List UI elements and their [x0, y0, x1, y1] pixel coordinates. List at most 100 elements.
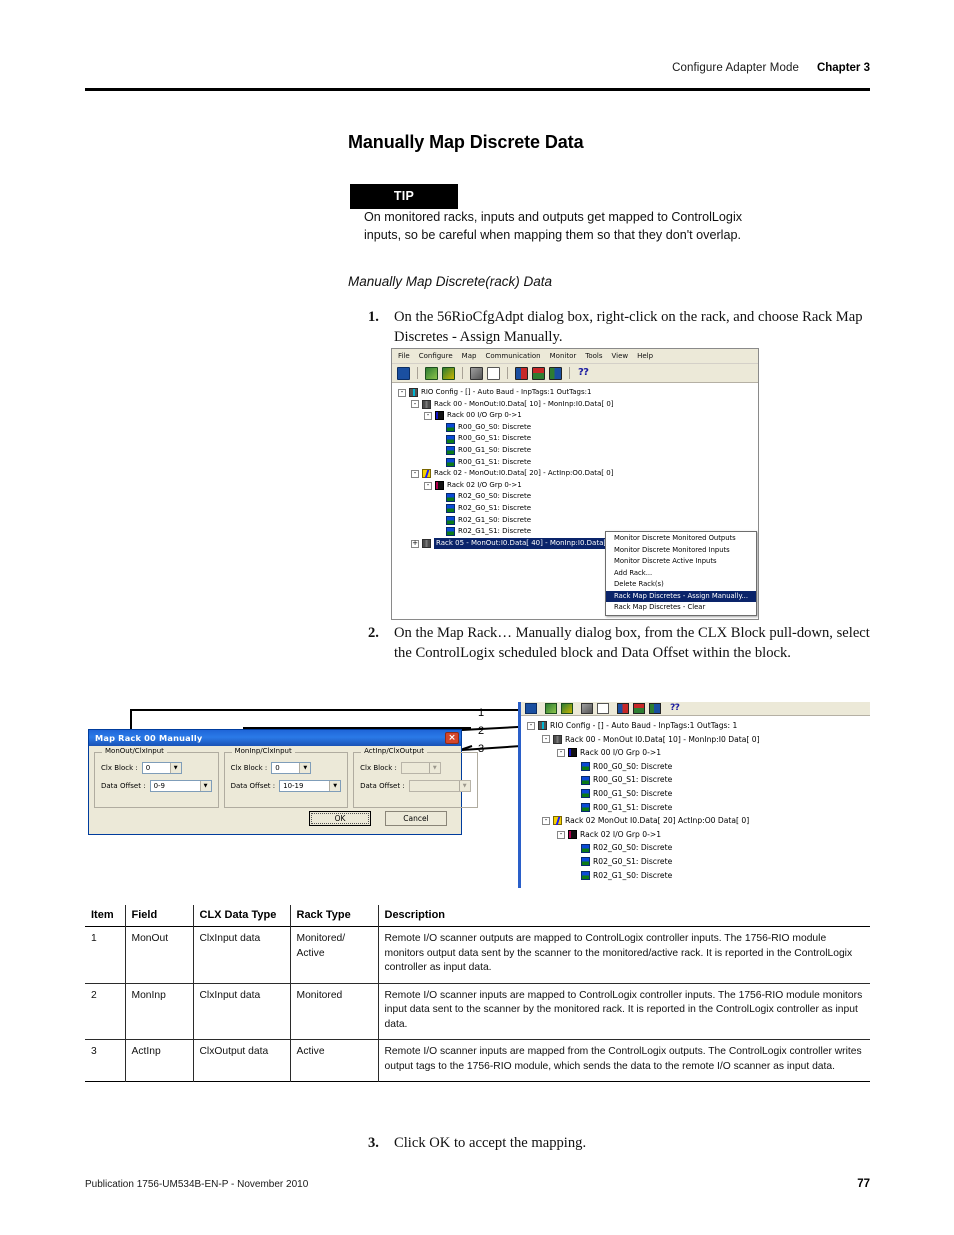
tree-item[interactable]: R00_G1_S0: Discrete	[398, 445, 758, 457]
rack-icon	[553, 734, 562, 744]
collapse-icon[interactable]: -	[542, 735, 550, 744]
tree-item[interactable]: R02_G0_S1: Discrete	[398, 503, 758, 515]
chevron-down-icon[interactable]: ▼	[299, 763, 311, 773]
context-menu-item[interactable]: Monitor Discrete Monitored Inputs	[606, 545, 756, 557]
data-offset-select[interactable]: 10-19 ▼	[279, 780, 342, 792]
tip-text: On monitored racks, inputs and outputs g…	[364, 210, 743, 242]
chevron-down-icon[interactable]: ▼	[199, 781, 211, 791]
connect-icon[interactable]	[649, 703, 661, 714]
help-pointer-icon[interactable]: ⁇	[669, 703, 681, 714]
tree-item[interactable]: - Rack 02 I/O Grp 0->1	[398, 480, 758, 492]
dialog-field: Data Offset : 0-9 ▼	[101, 780, 212, 792]
fig2-tree-view[interactable]: - RIO Config - [] - Auto Baud - InpTags:1…	[521, 716, 870, 882]
menu-help[interactable]: Help	[637, 352, 653, 360]
expand-icon[interactable]: +	[411, 539, 419, 548]
monitor-out-icon[interactable]	[633, 703, 645, 714]
collapse-icon[interactable]: -	[424, 481, 432, 490]
tree-item[interactable]: R02_G1_S0: Discrete	[527, 869, 870, 883]
menu-map[interactable]: Map	[462, 352, 477, 360]
tree-item[interactable]: - Rack 02 - MonOut:I0.Data[ 20] - ActInp:…	[398, 468, 758, 480]
collapse-icon[interactable]: -	[411, 469, 419, 478]
monitor-in-icon[interactable]	[515, 366, 528, 380]
help-pointer-icon[interactable]: ⁇	[577, 366, 590, 380]
context-menu-item[interactable]: Rack Map Discretes - Assign Manually...	[606, 590, 756, 602]
dialog-field: Clx Block :0 ▼	[231, 762, 342, 774]
collapse-icon[interactable]: -	[557, 830, 565, 839]
close-icon[interactable]: ×	[445, 732, 459, 744]
chevron-down-icon[interactable]: ▼	[169, 763, 181, 773]
tree-item[interactable]: R02_G1_S0: Discrete	[398, 515, 758, 527]
tree-item[interactable]: R00_G1_S1: Discrete	[398, 457, 758, 469]
cell-description: Remote I/O scanner inputs are mapped fro…	[384, 1046, 862, 1072]
map-in-icon[interactable]	[545, 703, 557, 714]
collapse-icon[interactable]: -	[424, 411, 432, 420]
report-icon[interactable]	[597, 703, 609, 714]
cell-description: Remote I/O scanner inputs are mapped to …	[384, 989, 863, 1030]
context-menu-item[interactable]: Delete Rack(s)	[606, 579, 756, 591]
collapse-icon[interactable]: -	[527, 721, 535, 730]
cancel-button[interactable]: Cancel	[385, 811, 447, 826]
context-menu-item[interactable]: Monitor Discrete Monitored Outputs	[606, 533, 756, 545]
ok-button[interactable]: OK	[309, 811, 371, 826]
tree-item[interactable]: R00_G0_S0: Discrete	[398, 422, 758, 434]
rack-context-menu[interactable]: Monitor Discrete Monitored Outputs Monito…	[605, 531, 757, 616]
tree-item[interactable]: R00_G0_S0: Discrete	[527, 760, 870, 774]
connect-icon[interactable]	[549, 366, 562, 380]
grp-r-icon	[435, 481, 444, 491]
data-offset-select[interactable]: 0-9 ▼	[149, 780, 212, 792]
step-1: 1. On the 56RioCfgAdpt dialog box, right…	[368, 308, 868, 347]
tree-item[interactable]: - Rack 00 I/O Grp 0->1	[398, 410, 758, 422]
menu-monitor[interactable]: Monitor	[550, 352, 577, 360]
tree-item-label: Rack 00 - MonOut I0.Data[ 10] - MonInp:I…	[565, 734, 760, 744]
collapse-icon[interactable]: -	[542, 816, 550, 825]
tree-item[interactable]: - RIO Config - [] - Auto Baud - InpTags:1…	[527, 719, 870, 733]
tree-item[interactable]: R02_G0_S0: Discrete	[527, 841, 870, 855]
data-offset-label: Data Offset :	[360, 782, 405, 790]
save-icon[interactable]	[397, 366, 410, 380]
tree-item[interactable]: R00_G1_S1: Discrete	[527, 801, 870, 815]
tree-item[interactable]: R00_G0_S1: Discrete	[527, 773, 870, 787]
menu-communication[interactable]: Communication	[485, 352, 540, 360]
tree-item[interactable]: - Rack 02 MonOut I0.Data[ 20] ActInp:O0 D…	[527, 814, 870, 828]
combo-value: 10-19	[283, 782, 304, 790]
tree-item-label: R00_G0_S1: Discrete	[593, 775, 673, 785]
report-icon[interactable]	[487, 366, 500, 380]
context-menu-item[interactable]: Rack Map Discretes - Clear	[606, 602, 756, 614]
map-in-icon[interactable]	[425, 366, 438, 380]
tools-icon[interactable]	[470, 366, 483, 380]
collapse-icon[interactable]: -	[398, 388, 406, 397]
tree-item[interactable]: - Rack 00 - MonOut I0.Data[ 10] - MonInp:…	[527, 733, 870, 747]
save-icon[interactable]	[525, 703, 537, 714]
monitor-out-icon[interactable]	[532, 366, 545, 380]
collapse-icon[interactable]: -	[557, 748, 565, 757]
tree-item[interactable]: - RIO Config - [] - Auto Baud - InpTags:1…	[398, 387, 758, 399]
map-out-icon[interactable]	[442, 366, 455, 380]
tree-item-label: R00_G0_S0: Discrete	[458, 422, 532, 431]
clx-block-select[interactable]: 0 ▼	[141, 762, 182, 774]
tree-item[interactable]: R02_G0_S0: Discrete	[398, 491, 758, 503]
tools-icon[interactable]	[581, 703, 593, 714]
collapse-icon[interactable]: -	[411, 400, 419, 409]
context-menu-item[interactable]: Monitor Discrete Active Inputs	[606, 556, 756, 568]
disc-icon	[446, 457, 455, 467]
tree-item[interactable]: R00_G0_S1: Discrete	[398, 433, 758, 445]
tree-item[interactable]: - Rack 00 I/O Grp 0->1	[527, 746, 870, 760]
map-out-icon[interactable]	[561, 703, 573, 714]
disc-icon	[446, 423, 455, 433]
tree-item[interactable]: - Rack 02 I/O Grp 0->1	[527, 828, 870, 842]
context-menu-item[interactable]: Add Rack...	[606, 568, 756, 580]
cell-item: 3	[85, 1039, 126, 1082]
monitor-in-icon[interactable]	[617, 703, 629, 714]
menu-view[interactable]: View	[611, 352, 628, 360]
menu-file[interactable]: File	[398, 352, 410, 360]
tree-item[interactable]: - Rack 00 - MonOut:I0.Data[ 10] - MonInp:…	[398, 399, 758, 411]
dialog-title-bar[interactable]: Map Rack 00 Manually ×	[89, 730, 461, 746]
tree-item-label: R00_G1_S1: Discrete	[593, 802, 673, 812]
tree-item[interactable]: R02_G0_S1: Discrete	[527, 855, 870, 869]
menu-configure[interactable]: Configure	[419, 352, 453, 360]
clx-block-select[interactable]: 0 ▼	[271, 762, 312, 774]
menu-tools[interactable]: Tools	[585, 352, 602, 360]
step-1-number: 1.	[368, 309, 379, 325]
chevron-down-icon[interactable]: ▼	[329, 781, 341, 791]
tree-item[interactable]: R00_G1_S0: Discrete	[527, 787, 870, 801]
